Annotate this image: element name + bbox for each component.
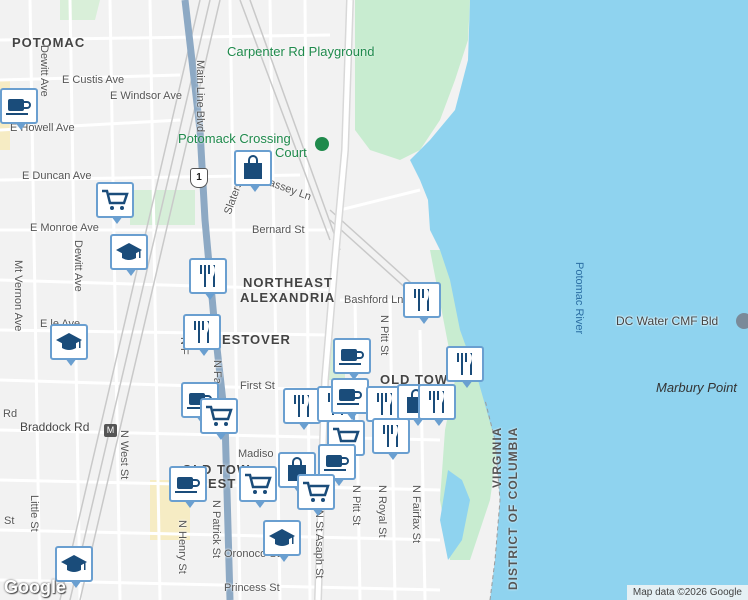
street-label-first: First St (240, 380, 275, 392)
poi-label-playground[interactable]: Carpenter Rd Playground (227, 44, 374, 59)
map-marker-shopping-cart[interactable] (200, 398, 238, 440)
metro-icon[interactable]: M (104, 424, 117, 437)
street-label-n-fa: N Fa (211, 360, 223, 384)
street-label-n-fairfax: N Fairfax St (410, 485, 422, 544)
station-label-braddock[interactable]: Braddock Rd (20, 420, 89, 434)
restaurant-icon (453, 351, 477, 377)
school-icon (55, 331, 83, 353)
street-label-n-patrick: N Patrick St (210, 500, 222, 559)
poi-label-potomack-crossing[interactable]: Potomack Crossing (178, 131, 291, 146)
street-label-dewitt-2: Dewitt Ave (72, 240, 84, 292)
coffee-icon (175, 473, 201, 495)
map-marker-shopping-cart[interactable] (96, 182, 134, 224)
street-label-main-line: Main Line Blvd (194, 60, 206, 133)
map-marker-restaurant[interactable] (403, 282, 441, 324)
street-label-dewitt-1: Dewitt Ave (38, 45, 50, 97)
street-label-madison: Madiso (238, 448, 274, 460)
map-attribution[interactable]: Map data ©2026 Google (626, 585, 748, 600)
place-label-northeast: NORTHEAST (243, 275, 333, 290)
coffee-icon (337, 385, 363, 407)
route-shield-icon: 1 (190, 168, 208, 188)
map-marker-coffee[interactable] (169, 466, 207, 508)
street-label-n-asaph: N St Asaph St (313, 510, 325, 579)
park-pin-icon[interactable] (315, 137, 329, 151)
restaurant-icon (425, 389, 449, 415)
map-marker-restaurant[interactable] (446, 346, 484, 388)
street-label-n-pitt: N Pitt St (378, 315, 390, 356)
street-label-princess: Princess St (224, 582, 280, 594)
street-label-bernard: Bernard St (252, 224, 305, 236)
shopping-cart-icon (101, 188, 129, 212)
restaurant-icon (379, 423, 403, 449)
map-marker-restaurant[interactable] (418, 384, 456, 426)
google-logo: Google (4, 577, 66, 597)
coffee-icon (324, 451, 350, 473)
map-marker-restaurant[interactable] (283, 388, 321, 430)
school-icon (268, 527, 296, 549)
map-marker-school[interactable] (50, 324, 88, 366)
restaurant-icon (290, 393, 314, 419)
street-label-n-royal: N Royal St (376, 485, 388, 538)
place-label-marbury: Marbury Point (656, 380, 737, 395)
map-marker-shopping-cart[interactable] (297, 474, 335, 516)
map-marker-coffee[interactable] (333, 338, 371, 380)
poi-label-court[interactable]: Court (275, 145, 307, 160)
restaurant-icon (373, 391, 397, 417)
street-label-e-monroe: E Monroe Ave (30, 222, 99, 234)
restaurant-icon (410, 287, 434, 313)
place-label-alexandria: ALEXANDRIA (240, 290, 336, 305)
school-icon (115, 241, 143, 263)
shopping-cart-icon (302, 480, 330, 504)
state-label-virginia: VIRGINIA (490, 426, 504, 488)
school-icon (60, 553, 88, 575)
map-marker-coffee[interactable] (331, 378, 369, 420)
map-marker-school[interactable] (110, 234, 148, 276)
map-marker-school[interactable] (263, 520, 301, 562)
shopping-cart-icon (205, 404, 233, 428)
map-marker-shopping-cart[interactable] (239, 466, 277, 508)
restaurant-icon (190, 319, 214, 345)
shopping-cart-icon (244, 472, 272, 496)
street-label-e-duncan: E Duncan Ave (22, 170, 92, 182)
street-label-bashford: Bashford Ln (344, 294, 404, 306)
building-icon[interactable] (736, 313, 748, 329)
street-label-mt-vernon: Mt Vernon Ave (12, 260, 24, 332)
coffee-icon (339, 345, 365, 367)
street-label-n-west: N West St (118, 430, 130, 480)
street-label-n-pitt-2: N Pitt St (350, 485, 362, 526)
place-label-westover: ESTOVER (222, 332, 291, 347)
shopping-bag-icon (242, 155, 264, 181)
water-label-potomac: Potomac River (573, 262, 585, 335)
street-label-e-custis: E Custis Ave (62, 74, 125, 86)
street-label-little: Little St (28, 495, 40, 532)
street-label-e-windsor: E Windsor Ave (110, 90, 182, 102)
street-label-st: St (4, 515, 15, 527)
restaurant-icon (196, 263, 220, 289)
map-marker-restaurant[interactable] (183, 314, 221, 356)
map-marker-restaurant[interactable] (372, 418, 410, 460)
map-marker-restaurant[interactable] (189, 258, 227, 300)
map-canvas[interactable]: POTOMAC Carpenter Rd Playground Potomack… (0, 0, 748, 600)
map-marker-shopping-bag[interactable] (234, 150, 272, 192)
map-marker-coffee[interactable] (0, 88, 38, 130)
street-label-rd: Rd (3, 408, 18, 420)
street-label-n-henry: N Henry St (176, 520, 188, 574)
place-label-old-town-west-2: EST (208, 476, 237, 491)
poi-label-dc-water[interactable]: DC Water CMF Bld (616, 314, 718, 328)
coffee-icon (6, 95, 32, 117)
state-label-dc: DISTRICT OF COLUMBIA (506, 426, 520, 590)
